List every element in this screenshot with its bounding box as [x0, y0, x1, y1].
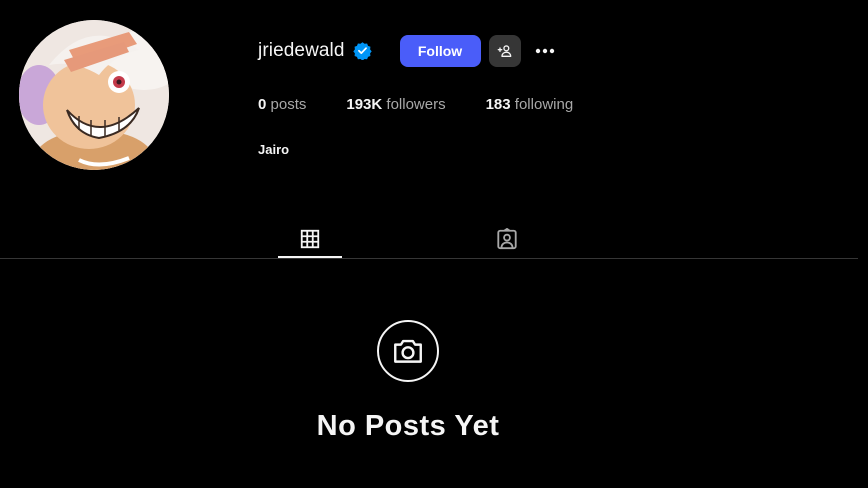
- tab-tagged[interactable]: [475, 220, 539, 258]
- profile-stats: 0 posts 193K followers 183 following: [258, 96, 613, 113]
- username: jriedewald: [258, 39, 345, 61]
- camera-icon: [394, 339, 422, 363]
- tab-posts[interactable]: [278, 220, 342, 258]
- stat-followers[interactable]: 193K followers: [346, 96, 445, 113]
- tagged-icon: [497, 228, 517, 250]
- more-horizontal-icon: [535, 48, 554, 53]
- profile-header: jriedewald Follow: [258, 34, 557, 67]
- stat-followers-value: 193K: [346, 96, 383, 113]
- avatar-image: [19, 20, 169, 170]
- empty-state-camera: [377, 320, 439, 382]
- person-plus-icon: [497, 44, 511, 57]
- stat-posts-label: posts: [270, 96, 307, 113]
- stat-posts: 0 posts: [258, 96, 306, 113]
- stat-following-label: following: [514, 96, 574, 113]
- add-friend-button[interactable]: [488, 34, 521, 67]
- stat-followers-label: followers: [386, 96, 446, 113]
- display-name: Jairo: [258, 142, 290, 157]
- stat-posts-value: 0: [258, 96, 267, 113]
- empty-state-title: No Posts Yet: [316, 410, 500, 442]
- profile-page: jriedewald Follow 0 posts 193K followers…: [0, 0, 868, 488]
- follow-button[interactable]: Follow: [399, 34, 481, 67]
- more-options-button[interactable]: [533, 39, 557, 63]
- grid-icon: [300, 229, 320, 249]
- verified-badge-icon: [352, 41, 372, 60]
- avatar[interactable]: [19, 20, 169, 170]
- stat-following[interactable]: 183 following: [486, 96, 574, 113]
- stat-following-value: 183: [485, 96, 511, 113]
- tabs-divider: [0, 258, 858, 259]
